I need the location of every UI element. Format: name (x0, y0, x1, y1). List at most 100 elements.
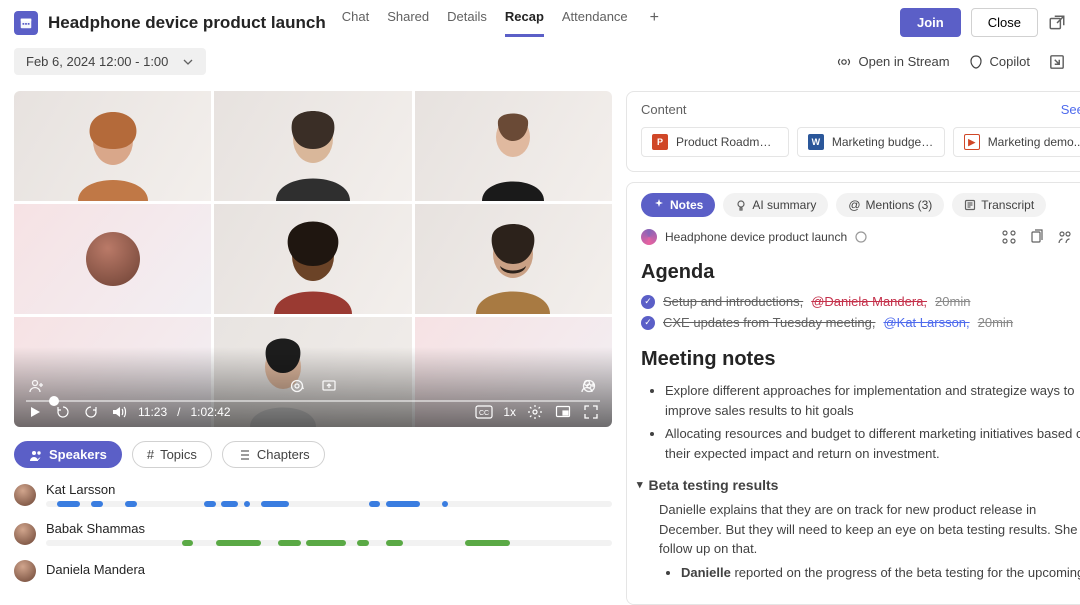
tab-details[interactable]: Details (447, 9, 487, 37)
content-item[interactable]: ▶ Marketing demo... (953, 127, 1080, 157)
sub-paragraph: Danielle explains that they are on track… (641, 500, 1080, 559)
speaker-name: Kat Larsson (46, 482, 612, 497)
agenda-item[interactable]: ✓Setup and introductions, @Daniela Mande… (641, 294, 1080, 309)
join-button[interactable]: Join (900, 8, 961, 37)
copy-icon[interactable] (1029, 229, 1045, 245)
tab-recap[interactable]: Recap (505, 9, 544, 37)
content-item-label: Product Roadmap... (676, 135, 778, 149)
share-people-icon[interactable] (1057, 229, 1073, 245)
bulb-icon (735, 199, 747, 211)
filter-chapters[interactable]: Chapters (222, 441, 325, 468)
header-tabs: Chat Shared Details Recap Attendance + (342, 9, 663, 37)
note-bullet: Allocating resources and budget to diffe… (665, 424, 1080, 463)
content-item-label: Marketing demo... (988, 135, 1080, 149)
list-icon (237, 448, 251, 462)
participant-tile[interactable] (14, 204, 211, 314)
time-elapsed: 11:23 (138, 405, 167, 419)
add-tab-button[interactable]: + (646, 9, 663, 37)
fullscreen-icon[interactable] (582, 403, 600, 421)
hash-icon: # (147, 447, 154, 462)
avatar (14, 560, 36, 582)
content-panel: Content See all P Product Roadmap... W Mark… (626, 91, 1080, 172)
popout-icon[interactable] (1048, 14, 1066, 32)
notes-panel: Notes AI summary @ Mentions (3) Transcri… (626, 182, 1080, 605)
meeting-title: Headphone device product launch (48, 13, 326, 33)
info-icon[interactable] (855, 231, 867, 243)
rewind-10-icon[interactable] (54, 403, 72, 421)
mention[interactable]: @Daniela Mandera, (811, 294, 927, 309)
transcript-icon (964, 199, 976, 211)
pip-icon[interactable] (554, 403, 572, 421)
check-icon: ✓ (641, 316, 655, 330)
caret-down-icon: ▾ (637, 477, 643, 494)
time-total: 1:02:42 (190, 405, 230, 419)
mention-icon[interactable] (286, 375, 308, 397)
loop-icon (641, 229, 657, 245)
pp-file-icon: P (652, 134, 668, 150)
play-button[interactable] (26, 403, 44, 421)
stream-icon (836, 54, 852, 70)
speaker-timeline[interactable] (46, 501, 612, 507)
speaker-row[interactable]: Kat Larsson (14, 482, 612, 507)
tab-attendance[interactable]: Attendance (562, 9, 628, 37)
svg-text:CC: CC (479, 410, 489, 417)
avatar (14, 523, 36, 545)
mention-icon: @ (848, 198, 860, 212)
filter-speakers[interactable]: Speakers (14, 441, 122, 468)
wd-file-icon: W (808, 134, 824, 150)
see-all-link[interactable]: See all (1061, 102, 1080, 117)
filter-topics[interactable]: # Topics (132, 441, 212, 468)
participant-tile[interactable] (415, 204, 612, 314)
agenda-item[interactable]: ✓CXE updates from Tuesday meeting, @Kat … (641, 315, 1080, 330)
agenda-heading: Agenda (641, 261, 1080, 284)
content-item[interactable]: W Marketing budget... (797, 127, 945, 157)
copilot-button[interactable]: Copilot (968, 54, 1030, 70)
volume-icon[interactable] (110, 403, 128, 421)
captions-icon[interactable]: CC (475, 403, 493, 421)
speaker-name: Babak Shammas (46, 521, 612, 536)
speaker-timeline[interactable] (46, 540, 612, 546)
people-add-icon[interactable] (26, 375, 48, 397)
notes-body: Explore different approaches for impleme… (641, 381, 1080, 582)
speaker-row[interactable]: Babak Shammas (14, 521, 612, 546)
avatar (14, 484, 36, 506)
notes-tab[interactable]: Notes (641, 193, 715, 217)
note-bullet: Explore different approaches for impleme… (665, 381, 1080, 420)
settings-icon[interactable] (526, 403, 544, 421)
video-grid: 11:23 / 1:02:42 CC 1x (14, 91, 612, 427)
people-add-icon[interactable] (578, 375, 600, 397)
content-item-label: Marketing budget... (832, 135, 934, 149)
vd-file-icon: ▶ (964, 134, 980, 150)
expand-icon[interactable] (1048, 53, 1066, 71)
participant-tile[interactable] (214, 204, 411, 314)
tab-chat[interactable]: Chat (342, 9, 369, 37)
speaker-name: Daniela Mandera (46, 562, 612, 577)
date-picker[interactable]: Feb 6, 2024 12:00 - 1:00 (14, 48, 206, 75)
mentions-tab[interactable]: @ Mentions (3) (836, 193, 944, 217)
content-item[interactable]: P Product Roadmap... (641, 127, 789, 157)
speaker-row[interactable]: Daniela Mandera (14, 560, 612, 582)
content-label: Content (641, 102, 687, 117)
screen-share-icon[interactable] (318, 375, 340, 397)
sparkle-icon (653, 199, 665, 211)
copilot-icon (968, 54, 984, 70)
participant-tile[interactable] (214, 91, 411, 201)
open-in-stream-button[interactable]: Open in Stream (836, 54, 949, 70)
sub-heading[interactable]: ▾Beta testing results (637, 475, 1080, 496)
notes-doc-title: Headphone device product launch (665, 230, 847, 244)
playback-speed[interactable]: 1x (503, 405, 516, 419)
grid-icon[interactable] (1001, 229, 1017, 245)
calendar-app-icon (14, 11, 38, 35)
participant-tile[interactable] (415, 91, 612, 201)
forward-10-icon[interactable] (82, 403, 100, 421)
chevron-down-icon (182, 56, 194, 68)
date-label: Feb 6, 2024 12:00 - 1:00 (26, 54, 168, 69)
close-button[interactable]: Close (971, 8, 1038, 37)
ai-summary-tab[interactable]: AI summary (723, 193, 828, 217)
check-icon: ✓ (641, 295, 655, 309)
participant-tile[interactable] (14, 91, 211, 201)
tab-shared[interactable]: Shared (387, 9, 429, 37)
mention[interactable]: @Kat Larsson, (883, 315, 969, 330)
transcript-tab[interactable]: Transcript (952, 193, 1046, 217)
people-icon (29, 448, 43, 462)
